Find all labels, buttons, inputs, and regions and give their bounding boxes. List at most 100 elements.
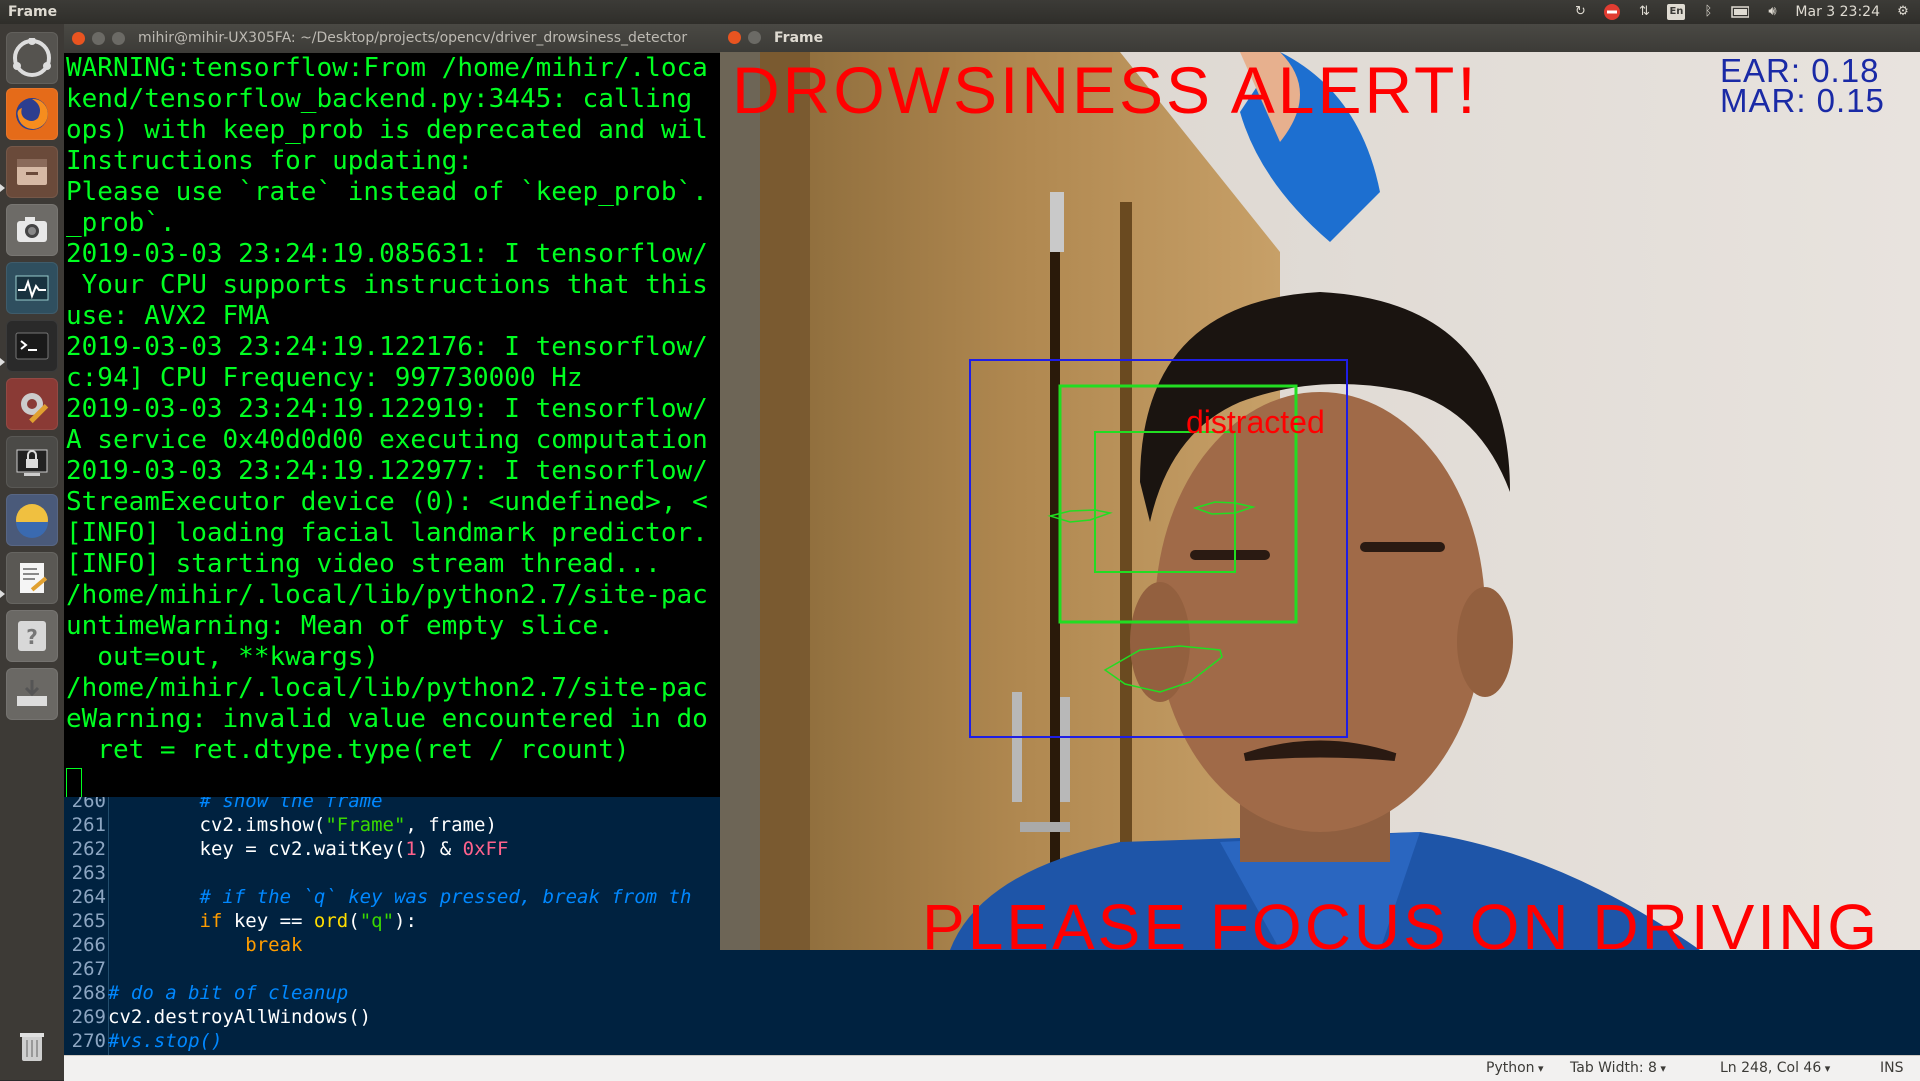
terminal-titlebar[interactable]: mihir@mihir-UX305FA: ~/Desktop/projects/…: [64, 24, 724, 53]
active-app-name: Frame: [8, 4, 58, 20]
ubuntu-logo-icon[interactable]: [6, 32, 58, 84]
launcher: ?: [0, 24, 65, 1080]
code-token: cv2.imshow(: [108, 814, 326, 836]
network-icon[interactable]: ⇅: [1635, 3, 1653, 21]
terminal-line: 2019-03-03 23:24:19.085631: I tensorflow…: [66, 239, 708, 269]
code-line: 267: [64, 957, 1920, 981]
terminal-line: Please use `rate` instead of `keep_prob`…: [66, 177, 708, 207]
code-token: key = cv2.waitKey(: [108, 838, 406, 860]
gear-icon[interactable]: ⚙: [1894, 3, 1912, 21]
do-not-disturb-icon[interactable]: [1603, 3, 1621, 21]
terminal-line: 2019-03-03 23:24:19.122977: I tensorflow…: [66, 456, 708, 486]
line-number: 266: [71, 934, 106, 956]
line-number: 261: [71, 814, 106, 836]
code-token: (: [348, 910, 360, 932]
terminal-line: Instructions for updating:: [66, 146, 473, 176]
battery-icon[interactable]: [1731, 3, 1750, 21]
video-frame: DROWSINESS ALERT! EAR: 0.18 MAR: 0.15 di…: [720, 52, 1920, 950]
volume-icon[interactable]: 🔊︎: [1763, 3, 1781, 21]
top-panel: Frame ↻ ⇅ En ᛒ 🔊︎ Mar 3 23:24 ⚙: [0, 0, 1920, 24]
frame-titlebar[interactable]: Frame: [720, 24, 1920, 52]
line-number: 264: [71, 886, 106, 908]
code-text: cv2.destroyAllWindows(): [108, 1005, 371, 1029]
code-token: if: [199, 910, 223, 932]
keyboard-layout-indicator[interactable]: En: [1667, 4, 1686, 20]
cursor-position[interactable]: Ln 248, Col 46: [1720, 1056, 1830, 1081]
image-viewer-icon[interactable]: [6, 494, 58, 546]
insert-mode: INS: [1880, 1060, 1904, 1076]
terminal-line: out=out, **kwargs): [66, 642, 380, 672]
code-token: # do a bit of cleanup: [108, 982, 349, 1004]
line-number: 262: [71, 838, 106, 860]
system-tray: ↻ ⇅ En ᛒ 🔊︎ Mar 3 23:24 ⚙: [1571, 0, 1920, 24]
terminal-line: [INFO] loading facial landmark predictor…: [66, 518, 708, 548]
running-indicator: [0, 184, 5, 192]
line-number: 269: [71, 1006, 106, 1028]
code-line: 269 cv2.destroyAllWindows(): [64, 1005, 1920, 1029]
screenshot-camera-icon[interactable]: [6, 204, 58, 256]
distracted-label: distracted: [1186, 404, 1325, 440]
code-text: # do a bit of cleanup: [108, 981, 348, 1005]
minimize-button[interactable]: [92, 32, 105, 45]
disk-install-icon[interactable]: [6, 668, 58, 720]
bluetooth-icon[interactable]: ᛒ: [1699, 3, 1717, 21]
code-token: break: [245, 934, 303, 956]
language-selector[interactable]: Python: [1486, 1056, 1544, 1081]
code-line: 270 #vs.stop(): [64, 1029, 1920, 1053]
webcam-image: [720, 52, 1920, 950]
trash-icon[interactable]: [6, 1020, 58, 1072]
code-token: "Frame": [325, 814, 406, 836]
code-token: #vs.stop(): [108, 1030, 223, 1052]
files-icon[interactable]: [6, 146, 58, 198]
code-token: # show the frame: [199, 797, 383, 812]
code-token: , frame): [405, 814, 497, 836]
line-number: 260: [71, 797, 106, 812]
code-token: ) &: [416, 838, 463, 860]
line-number: 270: [71, 1030, 106, 1052]
system-monitor-icon[interactable]: [6, 262, 58, 314]
clock[interactable]: Mar 3 23:24: [1795, 3, 1880, 21]
close-button[interactable]: [72, 32, 85, 45]
firefox-icon[interactable]: [6, 88, 58, 140]
focus-alert-text: PLEASE FOCUS ON DRIVING: [922, 891, 1881, 950]
terminal-line: /home/mihir/.local/lib/python2.7/site-pa…: [66, 673, 708, 703]
terminal-line: [INFO] starting video stream thread...: [66, 549, 661, 579]
maximize-button[interactable]: [112, 32, 125, 45]
terminal-output[interactable]: WARNING:tensorflow:From /home/mihir/.loc…: [64, 53, 720, 797]
terminal-line: ret = ret.dtype.type(ret / rcount): [66, 735, 630, 765]
lock-screen-icon[interactable]: [6, 436, 58, 488]
terminal-line: eWarning: invalid value encountered in d…: [66, 704, 708, 734]
line-number: 268: [71, 982, 106, 1004]
close-button[interactable]: [728, 31, 741, 44]
text-editor-icon[interactable]: [6, 552, 58, 604]
settings-icon[interactable]: [6, 378, 58, 430]
code-line: 268 # do a bit of cleanup: [64, 981, 1920, 1005]
code-text: break: [108, 933, 302, 957]
sync-icon[interactable]: ↻: [1571, 3, 1589, 21]
code-text: key = cv2.waitKey(1) & 0xFF: [108, 837, 509, 861]
svg-text:?: ?: [26, 625, 38, 649]
drowsiness-alert-text: DROWSINESS ALERT!: [732, 53, 1479, 127]
code-token: "q": [359, 910, 395, 932]
terminal-line: kend/tensorflow_backend.py:3445: calling: [66, 84, 708, 114]
mar-readout: MAR: 0.15: [1720, 82, 1885, 119]
terminal-line: A service 0x40d0d00 executing computatio…: [66, 425, 708, 455]
help-icon[interactable]: ?: [6, 610, 58, 662]
code-token: 1: [405, 838, 417, 860]
code-token: 0xFF: [462, 838, 509, 860]
terminal-line: 2019-03-03 23:24:19.122176: I tensorflow…: [66, 332, 708, 362]
terminal-line: StreamExecutor device (0): <undefined>, …: [66, 487, 708, 517]
terminal-line: _prob`.: [66, 208, 176, 238]
terminal-line: ops) with keep_prob is deprecated and wi…: [66, 115, 708, 145]
tab-width-selector[interactable]: Tab Width: 8: [1570, 1056, 1666, 1081]
editor-statusbar: Python Tab Width: 8 Ln 248, Col 46 INS: [64, 1055, 1920, 1081]
code-token: ):: [394, 910, 417, 932]
terminal-line: 2019-03-03 23:24:19.122919: I tensorflow…: [66, 394, 708, 424]
terminal-line: Your CPU supports instructions that this: [66, 270, 708, 300]
code-text: #vs.stop(): [108, 1029, 222, 1053]
terminal-icon[interactable]: [6, 320, 58, 372]
line-number: 267: [71, 958, 106, 980]
minimize-button[interactable]: [748, 31, 761, 44]
